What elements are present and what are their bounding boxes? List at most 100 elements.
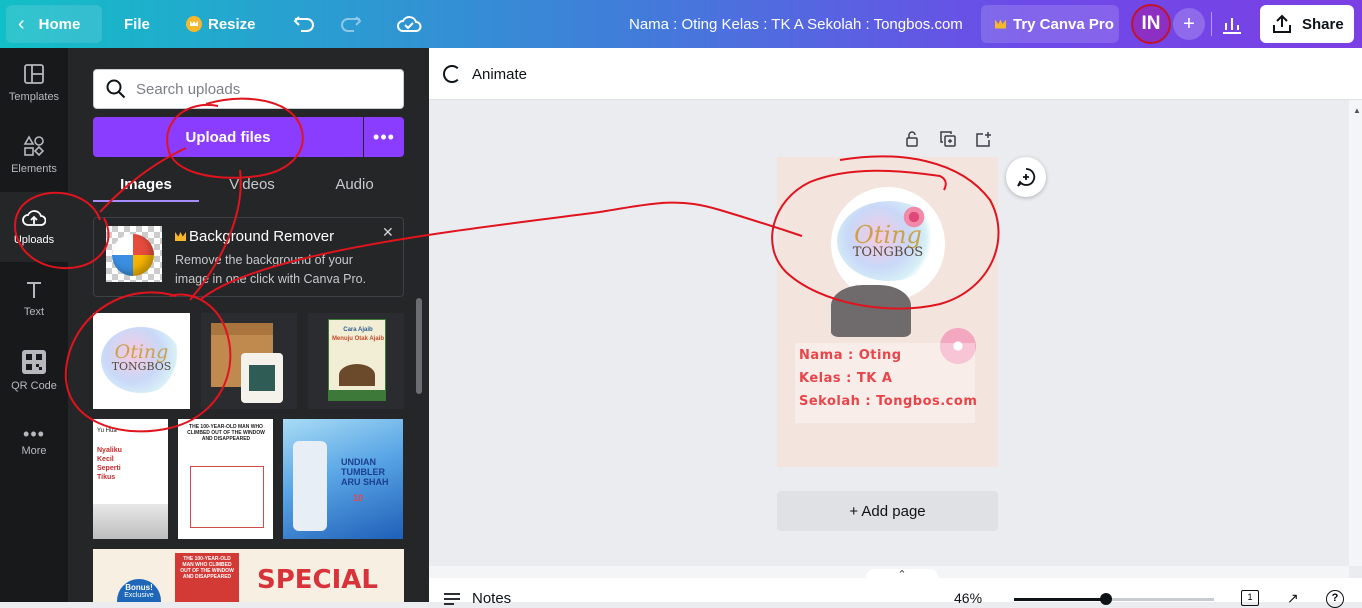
candle-label-shape	[249, 365, 275, 391]
book-illustration	[339, 364, 375, 386]
tab-audio[interactable]: Audio	[305, 166, 404, 202]
promo-thumbnail	[106, 226, 162, 282]
upload-thumbnail-undian-tumbler[interactable]: UNDIAN TUMBLER ARU SHAH 10	[283, 419, 403, 539]
more-horizontal-icon: •••	[373, 126, 395, 147]
background-remover-promo[interactable]: Background Remover Remove the background…	[93, 217, 404, 297]
more-icon: •••	[23, 424, 45, 444]
rail-item-label: Text	[23, 306, 45, 318]
bar-chart-icon	[1223, 18, 1241, 34]
save-status-button[interactable]	[396, 0, 422, 48]
help-icon[interactable]: ?	[1326, 590, 1344, 608]
tab-images[interactable]: Images	[93, 166, 199, 202]
upload-options-button[interactable]: •••	[364, 117, 404, 157]
templates-icon	[24, 64, 44, 84]
undo-button[interactable]	[293, 0, 315, 48]
page-count-button[interactable]: 1	[1241, 590, 1259, 606]
share-button[interactable]: Share	[1260, 5, 1354, 43]
logo-word-text: TONGBOS	[111, 360, 172, 373]
resize-label: Resize	[208, 15, 256, 33]
search-box[interactable]	[93, 69, 404, 109]
notes-icon	[444, 592, 460, 605]
zoom-slider[interactable]	[1014, 593, 1214, 605]
add-page-icon[interactable]	[973, 128, 995, 150]
book-band	[329, 390, 385, 400]
top-bar: ‹ Home File Resize Nama : Oting Kelas : …	[0, 0, 1362, 48]
context-toolbar: Animate	[429, 48, 1362, 100]
rail-item-text[interactable]: Text	[0, 264, 68, 334]
beach-ball-image	[112, 234, 154, 276]
page-line-class: Kelas : TK A	[799, 371, 893, 386]
upload-thumbnail-special-offer[interactable]: Bonus! Exclusive THE 100-YEAR-OLD MAN WH…	[93, 549, 404, 602]
scroll-up-icon: ▲	[1353, 106, 1361, 115]
notes-button[interactable]: Notes	[443, 590, 511, 607]
side-rail: Templates Elements Uploads Text QR Code …	[0, 48, 68, 602]
chevron-left-icon: ‹	[18, 12, 25, 35]
duplicate-page-icon[interactable]	[937, 128, 959, 150]
tumbler-shape	[293, 441, 327, 531]
upload-thumbnail-cara-ajaib-book[interactable]: Cara Ajaib Menuju Otak Ajaib	[308, 313, 404, 409]
comment-plus-icon	[1017, 168, 1036, 187]
box-lid-shape	[211, 323, 273, 335]
book-illustration	[93, 504, 168, 539]
insights-button[interactable]	[1221, 0, 1243, 48]
text-icon	[27, 282, 41, 298]
rail-item-templates[interactable]: Templates	[0, 48, 68, 118]
animate-label: Animate	[472, 65, 528, 83]
crown-icon	[175, 232, 186, 241]
content-frame	[190, 466, 264, 528]
close-icon[interactable]: ✕	[382, 224, 394, 241]
cat-illustration	[831, 285, 911, 337]
design-page[interactable]: Oting TONGBOS Nama : Oting Kelas : TK A …	[777, 157, 998, 467]
tab-videos[interactable]: Videos	[199, 166, 305, 202]
page-line-name: Nama : Oting	[799, 348, 902, 363]
notes-label: Notes	[472, 590, 512, 607]
media-tabs: Images Videos Audio	[93, 166, 404, 202]
avatar[interactable]: IN	[1131, 4, 1171, 44]
document-title[interactable]: Nama : Oting Kelas : TK A Sekolah : Tong…	[629, 0, 963, 48]
animate-icon	[443, 65, 461, 83]
resize-button[interactable]: Resize	[186, 0, 256, 48]
redo-button[interactable]	[340, 0, 362, 48]
plus-icon: +	[1183, 12, 1195, 35]
zoom-slider-knob[interactable]	[1100, 593, 1112, 605]
rail-item-label: Elements	[11, 163, 57, 175]
search-input[interactable]	[136, 80, 376, 98]
rail-item-qr-code[interactable]: QR Code	[0, 336, 68, 406]
cloud-check-icon	[397, 16, 422, 32]
promo-title: Background Remover	[175, 228, 334, 245]
upload-files-button[interactable]: Upload files	[93, 117, 363, 157]
share-upload-icon	[1273, 14, 1291, 33]
upload-thumbnail-100-year-old-man[interactable]: THE 100-YEAR-OLD MAN WHO CLIMBED OUT OF …	[178, 419, 273, 539]
rail-item-elements[interactable]: Elements	[0, 120, 68, 190]
upload-thumbnail-yu-hua-book[interactable]: Yu Hua Nyaliku Kecil Seperti Tikus	[93, 419, 168, 539]
search-icon	[106, 79, 126, 99]
crown-icon	[995, 19, 1006, 29]
rail-item-label: More	[21, 445, 47, 457]
add-page-button[interactable]: + Add page	[777, 491, 998, 531]
redo-icon	[341, 16, 362, 32]
rail-item-uploads[interactable]: Uploads	[0, 192, 68, 262]
try-canva-pro-button[interactable]: Try Canva Pro	[981, 5, 1119, 43]
animate-button[interactable]: Animate	[443, 48, 527, 100]
canvas-vertical-scrollbar[interactable]: ▲	[1349, 100, 1362, 566]
zoom-percentage[interactable]: 46%	[954, 590, 982, 606]
add-collaborator-button[interactable]: +	[1173, 8, 1205, 40]
upload-thumbnail-oting-logo[interactable]: Oting TONGBOS	[93, 313, 190, 409]
home-button[interactable]: ‹ Home	[6, 5, 102, 43]
page-logo-word: TONGBOS	[852, 245, 924, 260]
lock-icon[interactable]	[901, 128, 923, 150]
rail-item-label: QR Code	[11, 380, 57, 392]
fullscreen-icon[interactable]: ↗	[1287, 590, 1299, 607]
uploads-panel: Upload files ••• Images Videos Audio Bac…	[68, 48, 429, 602]
divider	[1211, 12, 1212, 36]
upload-thumbnail-box-candle[interactable]	[201, 313, 297, 409]
rail-item-label: Uploads	[13, 234, 55, 246]
try-pro-label: Try Canva Pro	[1013, 15, 1114, 33]
file-menu-button[interactable]: File	[124, 0, 150, 48]
panel-scrollbar[interactable]	[416, 298, 422, 394]
rail-item-label: Templates	[8, 91, 60, 103]
rail-item-more[interactable]: ••• More	[0, 408, 68, 478]
add-comment-button[interactable]	[1006, 157, 1046, 197]
crown-icon	[186, 16, 202, 32]
footer-bar: Notes 46% 1 ↗ ?	[429, 578, 1362, 608]
